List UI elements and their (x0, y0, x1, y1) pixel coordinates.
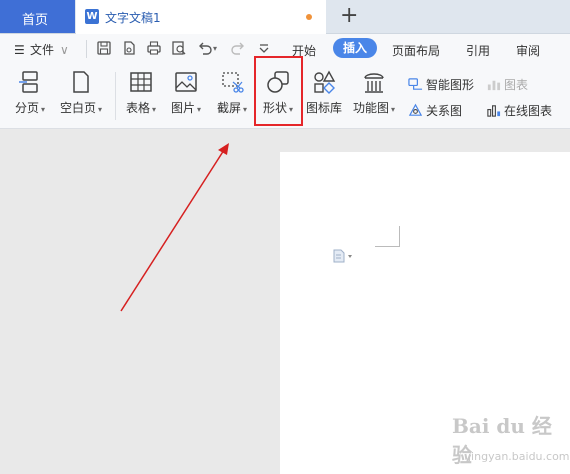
menu-item-references[interactable]: 引用 (466, 42, 490, 59)
smart-graphic-button[interactable]: 智能图形 (408, 76, 474, 93)
chart-label: 图表 (504, 78, 529, 92)
chevron-down-icon: ▾ (41, 105, 46, 114)
function-chart-button[interactable]: 功能图 ▾ (350, 70, 398, 116)
table-icon (129, 70, 153, 94)
relation-chart-label: 关系图 (426, 104, 463, 118)
chevron-down-icon: ▾ (243, 105, 248, 114)
menu-item-page-layout[interactable]: 页面布局 (392, 42, 440, 59)
divider (115, 72, 116, 120)
picture-icon (174, 70, 198, 94)
file-menu-label: 文件 (30, 43, 55, 57)
page-break-button[interactable]: 分页 ▾ (10, 70, 50, 116)
chevron-down-icon: ▾ (197, 105, 202, 114)
redo-icon[interactable] (230, 40, 246, 56)
picture-button[interactable]: 图片 ▾ (166, 70, 206, 116)
divider (86, 40, 87, 58)
blank-page-label: 空白页 (59, 101, 96, 115)
screenshot-label: 截屏 (216, 101, 241, 115)
tab-home-label: 首页 (22, 13, 49, 28)
icon-library-label: 图标库 (305, 101, 342, 115)
screenshot-scissors-icon (220, 70, 244, 94)
online-chart-icon (487, 105, 501, 117)
export-pdf-icon[interactable] (121, 40, 137, 56)
smart-graphic-icon (408, 78, 423, 90)
tab-document-title: 文字文稿1 (105, 11, 161, 25)
save-icon[interactable] (96, 40, 112, 56)
icon-library-button[interactable]: 图标库 (303, 70, 345, 116)
relation-chart-button[interactable]: 关系图 (408, 102, 462, 119)
chevron-down-icon: ▾ (152, 105, 157, 114)
customize-toolbar-icon[interactable] (256, 40, 272, 56)
unsaved-dot-icon (306, 14, 312, 20)
paragraph-layout-icon[interactable] (332, 249, 354, 263)
chevron-down-icon: ▾ (98, 105, 103, 114)
tab-document[interactable]: W 文字文稿1 (76, 0, 326, 34)
function-chart-icon (362, 70, 386, 94)
chevron-down-icon: ∨ (60, 43, 69, 57)
picture-label: 图片 (170, 101, 195, 115)
page-break-label: 分页 (14, 101, 39, 115)
watermark-url: jingyan.baidu.com (468, 450, 570, 463)
blank-page-button[interactable]: 空白页 ▾ (56, 70, 106, 116)
print-icon[interactable] (146, 40, 162, 56)
undo-dropdown-icon[interactable]: ▾ (213, 40, 221, 56)
chart-button[interactable]: 图表 (486, 76, 528, 93)
undo-icon[interactable] (197, 40, 213, 56)
icon-library-icon (312, 70, 336, 94)
online-chart-button[interactable]: 在线图表 (486, 102, 552, 119)
hamburger-icon: ☰ (14, 43, 25, 57)
smart-graphic-label: 智能图形 (426, 78, 475, 92)
menu-item-review[interactable]: 审阅 (516, 42, 540, 59)
menu-item-insert[interactable]: 插入 (333, 38, 377, 58)
function-chart-label: 功能图 (352, 101, 389, 115)
file-menu-button[interactable]: ☰ 文件 ∨ (14, 41, 69, 58)
relation-chart-icon (408, 103, 423, 116)
print-preview-icon[interactable] (171, 40, 187, 56)
chart-icon (487, 80, 501, 91)
page-break-icon (18, 70, 42, 94)
writer-doc-icon: W (85, 9, 99, 24)
blank-page-icon (69, 70, 93, 94)
screenshot-button[interactable]: 截屏 ▾ (212, 70, 252, 116)
highlight-box (254, 56, 303, 126)
tab-bar: 首页 W 文字文稿1 + (0, 0, 570, 34)
online-chart-label: 在线图表 (504, 104, 553, 118)
new-tab-button[interactable]: + (340, 3, 358, 29)
chevron-down-icon: ▾ (391, 105, 396, 114)
tab-home[interactable]: 首页 (0, 0, 75, 33)
table-label: 表格 (125, 101, 150, 115)
margin-corner-mark (375, 226, 400, 247)
table-button[interactable]: 表格 ▾ (122, 70, 160, 116)
